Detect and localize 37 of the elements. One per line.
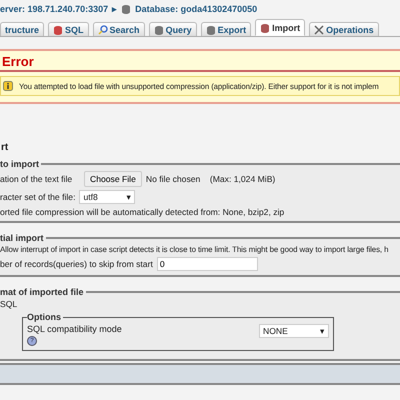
database-icon (121, 4, 132, 14)
tab[interactable]: Operations (309, 22, 379, 36)
tab[interactable]: tructure (0, 22, 44, 36)
fieldset-legend: mat of imported file (0, 287, 86, 297)
fieldset-legend: tial import (0, 233, 46, 243)
file-status: No file chosen (146, 174, 202, 184)
database-link[interactable]: Database: goda41302470050 (135, 4, 258, 14)
dropdown-arrow: ▾ (320, 326, 325, 336)
tab[interactable]: Export (200, 22, 252, 36)
field-label: ation of the text file (0, 174, 74, 184)
warning-icon (3, 81, 13, 91)
max-size-note: (Max: 1,024 MiB) (210, 174, 276, 184)
tab[interactable]: Import (255, 19, 306, 36)
breadcrumb-separator: ▸ (112, 4, 118, 14)
compression-note: orted file compression will be automatically detected from: None, bzip2, zip (0, 207, 284, 217)
page-heading: rt (0, 142, 10, 153)
skip-input[interactable]: 0 (156, 257, 258, 271)
database-icon (206, 24, 216, 34)
database-icon (260, 22, 270, 32)
choose-file-button[interactable]: Choose File (84, 171, 142, 187)
format-option-label: SQL (0, 299, 18, 309)
fieldset-legend: Options (27, 312, 63, 322)
tab[interactable]: SQL (48, 22, 89, 36)
field-label: racter set of the file: (0, 192, 76, 202)
compatibility-select[interactable]: NONE ▾ (259, 324, 329, 338)
fieldset-legend: to import (0, 159, 41, 169)
error-title: Error (0, 54, 400, 72)
database-icon (154, 24, 164, 34)
server-link[interactable]: erver: 198.71.240.70:3307 (0, 4, 108, 14)
search-icon (98, 24, 108, 34)
field-label: SQL compatibility mode (27, 324, 122, 334)
dropdown-arrow: ▾ (126, 192, 132, 202)
charset-select[interactable]: utf8 ▾ (79, 190, 136, 204)
tab[interactable]: Query (148, 22, 197, 36)
tab[interactable]: Search (92, 22, 145, 36)
database-icon (53, 24, 64, 34)
field-label: ber of records(queries) to skip from start (0, 259, 153, 269)
